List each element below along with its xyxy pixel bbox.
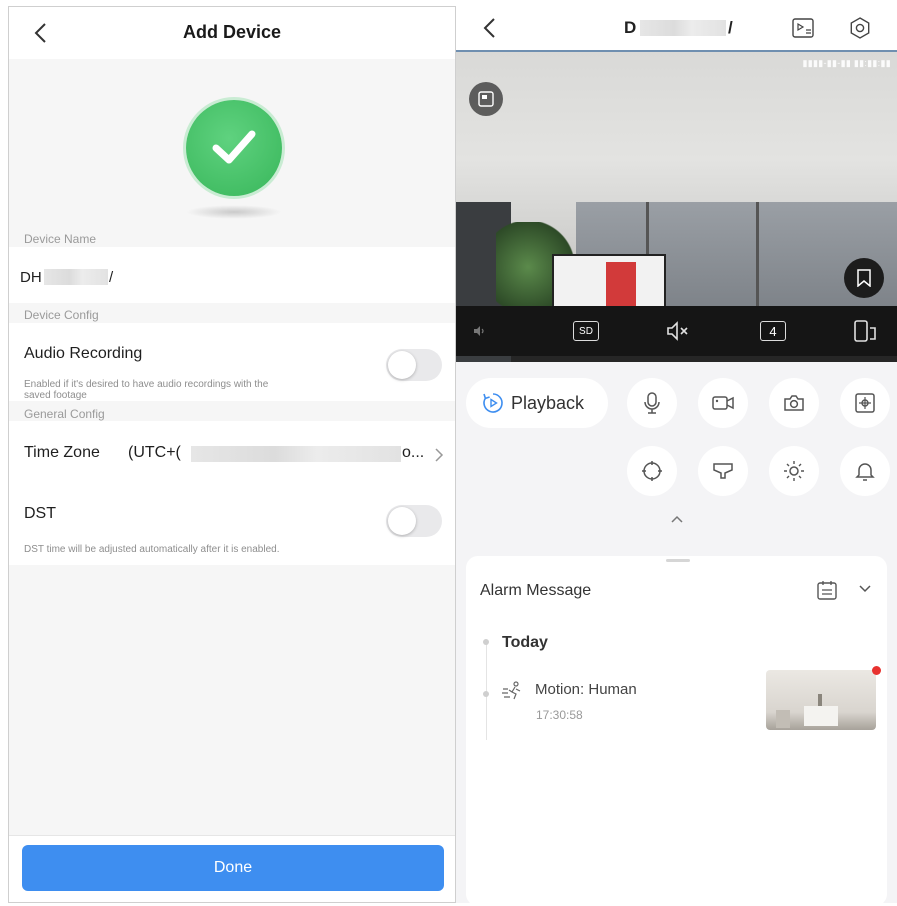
microphone-icon <box>644 392 660 414</box>
live-view-screen: D / ▮▮▮▮-▮▮-▮▮ ▮▮:▮▮:▮▮ SD 4 Playback Al… <box>456 6 897 903</box>
icon-shadow <box>186 205 282 219</box>
camera-icon <box>784 395 804 411</box>
video-timestamp: ▮▮▮▮-▮▮-▮▮ ▮▮:▮▮:▮▮ <box>802 58 891 68</box>
chevron-up-icon <box>671 515 683 523</box>
playlist-button[interactable] <box>792 18 814 38</box>
dst-hint: DST time will be adjusted automatically … <box>24 544 280 555</box>
fullscreen-button[interactable] <box>469 82 503 116</box>
quality-sd-button[interactable]: SD <box>573 321 599 341</box>
siren-button[interactable] <box>698 446 748 496</box>
add-device-screen: Add Device Device Name DH / Device Confi… <box>8 6 456 903</box>
audio-recording-hint: Enabled if it's desired to have audio re… <box>24 379 269 401</box>
video-detail <box>606 262 636 312</box>
audio-recording-row: Audio Recording Enabled if it's desired … <box>9 323 455 401</box>
settings-button[interactable] <box>849 17 871 39</box>
device-title-suffix: / <box>728 18 733 37</box>
alarm-button[interactable] <box>840 446 890 496</box>
snapshot-button[interactable] <box>769 378 819 428</box>
device-title-redacted <box>640 20 726 36</box>
light-icon <box>784 461 804 481</box>
section-device-name: Device Name <box>24 232 97 246</box>
split-screen-button[interactable]: 4 <box>760 321 786 341</box>
time-zone-label: Time Zone <box>24 444 100 461</box>
audio-recording-label: Audio Recording <box>24 345 143 362</box>
dst-label: DST <box>24 505 56 522</box>
speaker-icon <box>474 326 484 336</box>
timeline-dot <box>483 639 489 645</box>
live-video[interactable]: ▮▮▮▮-▮▮-▮▮ ▮▮:▮▮:▮▮ SD 4 <box>456 50 897 362</box>
calendar-button[interactable] <box>816 579 838 601</box>
dst-toggle[interactable] <box>386 505 442 537</box>
rotate-screen-icon[interactable] <box>853 319 879 343</box>
alarm-message-panel: Alarm Message Today Motion: Human 17:30:… <box>466 556 887 903</box>
expand-button[interactable] <box>858 584 872 594</box>
video-toolbar: SD 4 <box>456 306 897 356</box>
day-label: Today <box>502 634 548 651</box>
back-button[interactable] <box>478 15 502 41</box>
bookmark-icon <box>857 269 871 287</box>
ptz-icon <box>855 393 875 413</box>
header: Add Device <box>9 7 455 59</box>
mute-icon[interactable] <box>665 320 691 342</box>
time-zone-value-suffix: o... <box>402 444 425 461</box>
device-name-value: DH <box>20 269 42 286</box>
focus-icon <box>642 461 662 481</box>
footer-bar: Done <box>9 835 455 902</box>
time-zone-value-prefix: (UTC+( <box>128 444 181 461</box>
device-name-row[interactable]: DH / <box>9 247 455 303</box>
page-title: Add Device <box>182 22 282 42</box>
success-check-icon <box>186 100 282 196</box>
dst-row: DST DST time will be adjusted automatica… <box>9 483 455 565</box>
playback-label: Playback <box>511 393 585 413</box>
bookmark-button[interactable] <box>844 258 884 298</box>
event-thumbnail[interactable] <box>766 670 876 730</box>
light-button[interactable] <box>769 446 819 496</box>
time-zone-redacted <box>191 446 401 462</box>
thumbnail-detail <box>818 694 822 706</box>
playback-icon <box>483 393 503 413</box>
chevron-left-icon <box>483 18 495 38</box>
horn-icon <box>713 463 733 479</box>
record-button[interactable] <box>698 378 748 428</box>
event-label: Motion: Human <box>535 681 637 698</box>
device-title-prefix: D <box>624 18 637 37</box>
drag-handle[interactable] <box>666 559 690 562</box>
focus-button[interactable] <box>627 446 677 496</box>
audio-recording-toggle[interactable] <box>386 349 442 381</box>
talk-button[interactable] <box>627 378 677 428</box>
playlist-icon <box>792 18 814 38</box>
time-zone-row[interactable]: Time Zone (UTC+( o... <box>9 421 455 484</box>
section-device-config: Device Config <box>24 308 99 322</box>
device-name-suffix: / <box>109 269 114 286</box>
section-general-config: General Config <box>24 407 105 421</box>
thumbnail-detail <box>776 710 790 728</box>
header: D / <box>456 6 897 50</box>
video-detail <box>756 202 759 322</box>
calendar-icon <box>817 581 837 600</box>
motion-human-icon <box>502 681 521 700</box>
chevron-down-icon <box>859 585 871 593</box>
video-record-icon <box>712 396 734 410</box>
thumbnail-detail <box>804 706 838 726</box>
done-button[interactable]: Done <box>22 845 444 891</box>
bell-icon <box>855 463 875 481</box>
collapse-button[interactable] <box>670 514 684 524</box>
alarm-title: Alarm Message <box>480 582 592 599</box>
playback-button[interactable]: Playback <box>466 378 608 428</box>
chevron-right-icon <box>435 448 444 462</box>
event-time: 17:30:58 <box>536 708 583 722</box>
picture-in-picture-icon <box>478 91 494 107</box>
device-name-redacted <box>44 269 108 285</box>
unread-dot <box>872 666 881 675</box>
ptz-button[interactable] <box>840 378 890 428</box>
settings-icon <box>850 17 870 39</box>
